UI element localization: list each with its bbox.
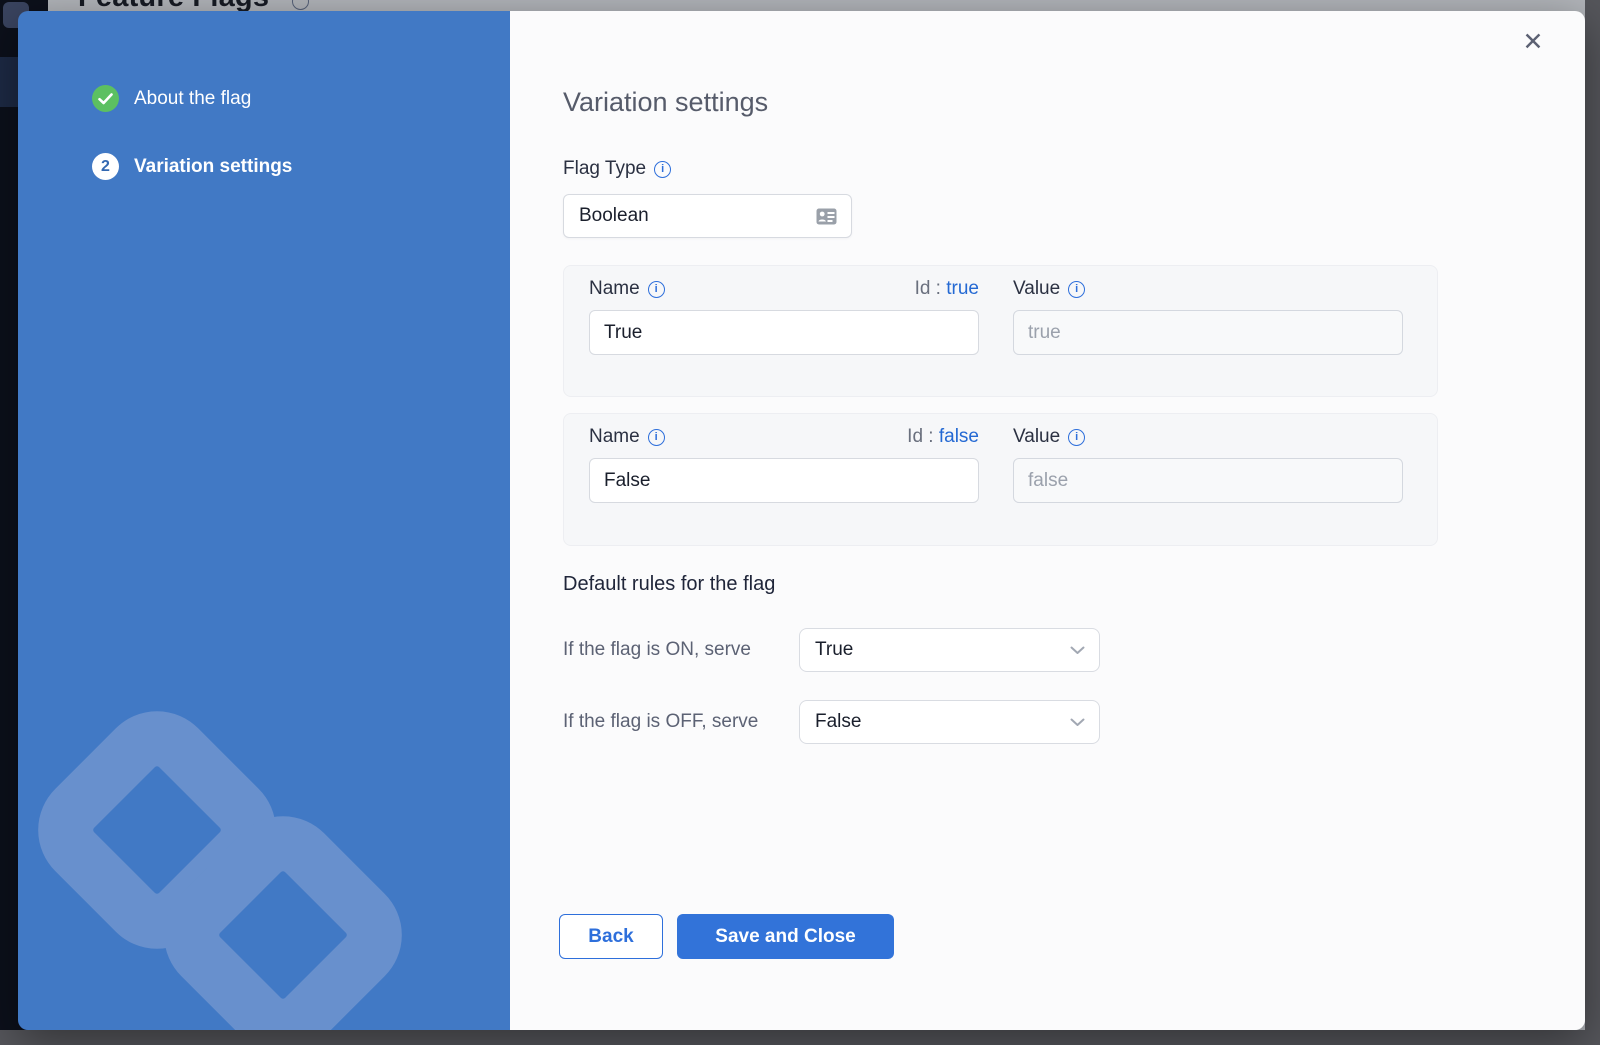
rule-off-select[interactable]: False (799, 700, 1100, 744)
variation-card-false: Name i Id : false Value i (563, 413, 1438, 546)
chevron-down-icon (1070, 718, 1085, 727)
rule-on-value: True (815, 639, 853, 661)
variation-card-true: Name i Id : true Value i (563, 265, 1438, 397)
variation-id-value: true (946, 278, 979, 299)
step-about-the-flag[interactable]: About the flag (92, 85, 292, 112)
step-number-badge: 2 (92, 153, 119, 180)
info-icon[interactable]: i (648, 429, 665, 446)
background-page-header: Feature Flags (48, 0, 1585, 11)
step-label: Variation settings (134, 156, 292, 178)
close-icon[interactable]: ✕ (1518, 27, 1548, 57)
screen: Feature Flags About the flag 2 (0, 0, 1600, 1045)
info-icon[interactable]: i (648, 281, 665, 298)
save-and-close-button[interactable]: Save and Close (677, 914, 894, 959)
info-icon[interactable]: i (1068, 429, 1085, 446)
variation-value-input[interactable] (1013, 310, 1403, 355)
info-icon (292, 0, 309, 10)
step-variation-settings[interactable]: 2 Variation settings (92, 153, 292, 180)
flag-wizard-modal: About the flag 2 Variation settings ✕ Va… (18, 11, 1585, 1030)
info-icon[interactable]: i (1068, 281, 1085, 298)
wizard-actions: Back Save and Close (559, 914, 894, 959)
value-label: Value (1013, 426, 1060, 448)
info-icon[interactable]: i (654, 161, 671, 178)
wizard-stepper-panel: About the flag 2 Variation settings (18, 11, 510, 1030)
variation-value-input[interactable] (1013, 458, 1403, 503)
step-label: About the flag (134, 88, 251, 110)
rule-off-value: False (815, 711, 861, 733)
variation-id: Id : false (907, 426, 979, 448)
rule-row-off: If the flag is OFF, serve False (563, 700, 1100, 744)
page-title: Feature Flags (78, 0, 269, 11)
wizard-content-panel: ✕ Variation settings Flag Type i Boolean… (510, 11, 1585, 1030)
default-rules-heading: Default rules for the flag (563, 573, 775, 596)
wizard-steps: About the flag 2 Variation settings (92, 85, 292, 180)
variation-name-input[interactable] (589, 310, 979, 355)
panel-heading: Variation settings (563, 87, 768, 118)
variation-card-header: Name i Id : true Value i (589, 278, 1413, 300)
value-label: Value (1013, 278, 1060, 300)
flag-type-label-row: Flag Type i (563, 158, 671, 180)
check-circle-icon (92, 85, 119, 112)
variation-name-input[interactable] (589, 458, 979, 503)
back-button[interactable]: Back (559, 914, 663, 959)
list-card-icon (816, 208, 837, 225)
rule-on-label: If the flag is ON, serve (563, 639, 799, 661)
name-label: Name (589, 426, 640, 448)
rule-off-label: If the flag is OFF, serve (563, 711, 799, 733)
variation-card-header: Name i Id : false Value i (589, 426, 1413, 448)
flag-type-label: Flag Type (563, 158, 646, 180)
flag-type-value: Boolean (579, 205, 649, 227)
rule-on-select[interactable]: True (799, 628, 1100, 672)
chevron-down-icon (1070, 646, 1085, 655)
flag-type-select[interactable]: Boolean (563, 194, 852, 238)
variation-id-value: false (939, 426, 979, 447)
variation-id: Id : true (915, 278, 979, 300)
rule-row-on: If the flag is ON, serve True (563, 628, 1100, 672)
name-label: Name (589, 278, 640, 300)
